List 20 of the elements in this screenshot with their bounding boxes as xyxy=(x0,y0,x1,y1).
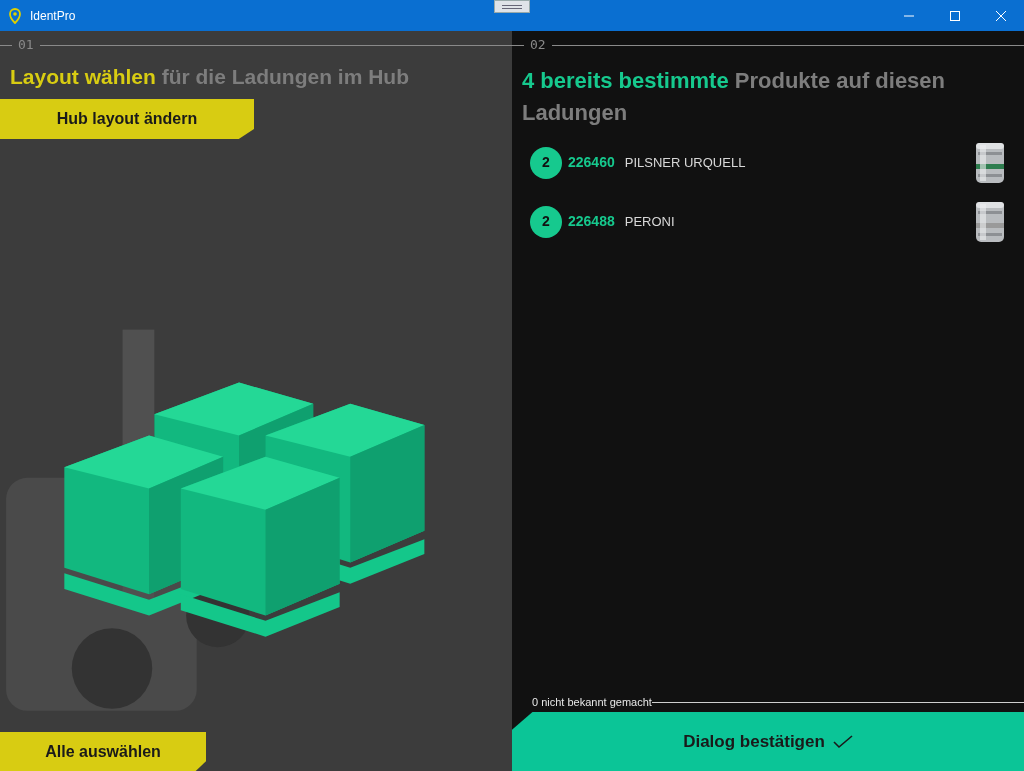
count-badge: 2 xyxy=(530,146,562,179)
panel-heading: Layout wählen für die Ladungen im Hub xyxy=(9,64,411,90)
window-title: IdentPro xyxy=(30,7,76,25)
hub-layout-button[interactable]: Hub layout ändern xyxy=(0,99,254,139)
maximize-icon xyxy=(950,10,960,21)
select-all-button[interactable]: Alle auswählen xyxy=(0,732,206,771)
step-number: 02 xyxy=(530,36,546,55)
panel-heading: 4 bereits bestimmte Produkte auf diesen Ladungen xyxy=(521,67,947,127)
checkmark-icon xyxy=(832,734,853,749)
product-name: PILSNER URQUELL xyxy=(624,153,746,172)
count-badge: 2 xyxy=(530,205,562,238)
confirm-button[interactable]: Dialog bestätigen xyxy=(512,712,1024,771)
location-pin-icon xyxy=(8,7,22,24)
product-code: 226460 xyxy=(568,153,615,172)
drag-handle-icon[interactable] xyxy=(494,0,530,13)
product-code: 226488 xyxy=(568,212,615,231)
close-icon xyxy=(996,10,1006,21)
step-number: 01 xyxy=(18,36,34,55)
product-name: PERONI xyxy=(624,212,675,231)
unknown-count-note: 0 nicht bekannt gemacht xyxy=(532,694,652,710)
